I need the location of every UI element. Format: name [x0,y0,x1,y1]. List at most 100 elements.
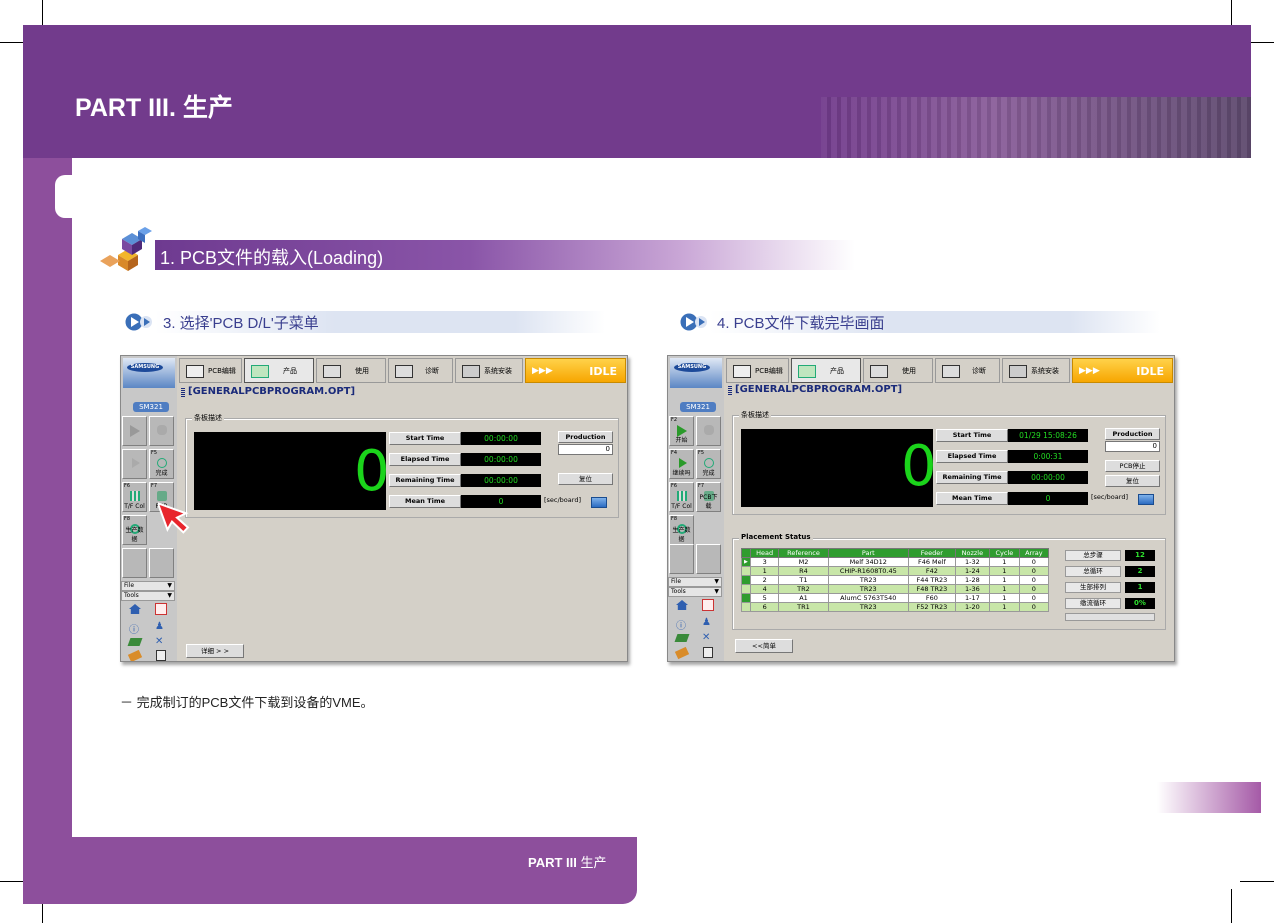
table-row[interactable]: ▶ 3 M2 Melf 34D12 F46 Melf 1-32 1 0 [741,557,1050,567]
trash-icon[interactable] [703,647,713,658]
f6-tf-col-button[interactable]: F6 T/F Col [122,482,147,512]
tools-menu-label: Tools [124,592,139,599]
empty-key-button[interactable] [669,544,694,574]
table-row[interactable]: 4 TR2 TR23 F48 TR23 1-36 1 0 [741,584,1050,594]
tab-pcb-edit[interactable]: PCB编辑 [726,358,789,383]
idle-arrows: ▶▶▶ [1079,366,1100,376]
system-install-icon [1009,365,1027,378]
tab-diagnose[interactable]: 诊断 [388,358,453,383]
placement-table: Head Reference Part Feeder Nozzle Cycle … [741,548,1050,612]
row-marker [741,566,751,576]
column-header: Nozzle [954,548,991,558]
group-title: 条板描述 [192,413,224,423]
table-cell: 1 [749,566,780,576]
tab-system-install[interactable]: 系统安装 [1002,358,1070,383]
tab-product[interactable]: 产品 [244,358,314,383]
home-icon[interactable] [129,604,141,614]
file-icon [181,388,185,398]
f2-start-button[interactable]: F2 开始 [669,416,694,446]
file-menu[interactable]: File ▼ [121,581,175,591]
tools-menu[interactable]: Tools ▼ [668,587,722,597]
table-row[interactable]: 5 A1 AlumC 5763T540 F60 1-17 1 0 [741,593,1050,603]
table-row[interactable]: 6 TR1 TR23 F52 TR23 1-20 1 0 [741,602,1050,612]
tab-label: 诊断 [425,367,439,375]
f5-key: F5 [698,450,705,456]
idle-label: IDLE [1136,365,1164,378]
user-icon[interactable]: ♟ [155,621,167,633]
f7-pcb-download-button[interactable]: F7 PCB下载 [696,482,721,512]
wrench-icon[interactable]: ✕ [702,632,714,644]
tool-icon[interactable] [674,634,690,642]
f6-tf-col-button[interactable]: F6 T/F Col [669,482,694,512]
table-cell: 1-28 [954,575,991,585]
reset-button[interactable]: 复位 [558,473,613,485]
wrench-icon[interactable]: ✕ [155,636,167,648]
f4-label: 继续吗 [672,470,691,477]
pencil-icon[interactable] [674,646,690,660]
pcb-stop-button[interactable]: PCB停止 [1105,460,1160,472]
table-row[interactable]: 1 R4 CHIP-R1608T0.45 F42 1-24 1 0 [741,566,1050,576]
tab-system-install[interactable]: 系统安装 [455,358,523,383]
tab-diagnose[interactable]: 诊断 [935,358,1000,383]
progress-bar [1065,613,1155,621]
cycle-rate-label: 缴流循环 [1065,598,1121,609]
f2-start-button[interactable] [122,416,147,446]
tab-use[interactable]: 使用 [863,358,933,383]
pencil-icon[interactable] [127,649,143,661]
f6-label: T/F Col [124,503,145,510]
hand-icon [157,425,167,435]
production-plan-input[interactable]: 0 [558,444,613,455]
tool-icon[interactable] [127,638,143,646]
total-steps-label: 总步骤 [1065,550,1121,561]
table-cell: TR2 [778,584,829,594]
tab-product[interactable]: 产品 [791,358,861,383]
empty-key-button[interactable] [696,544,721,574]
plus-grid-icon[interactable] [155,603,167,615]
f8-key: F8 [124,516,131,522]
empty-key-button[interactable] [122,548,147,578]
f4-continue-button[interactable]: F4 继续吗 [669,449,694,479]
use-icon [870,365,888,378]
f5-complete-button[interactable]: F5 完成 [696,449,721,479]
info-icon[interactable]: ⓘ [676,617,688,632]
tab-label: PCB编辑 [755,367,783,375]
complete-icon [157,458,167,468]
file-menu[interactable]: File ▼ [668,577,722,587]
samsung-logo: SAMSUNG [123,358,175,388]
f6-key: F6 [671,483,678,489]
production-plan-input[interactable]: 0 [1105,441,1160,452]
hand-button[interactable] [696,416,721,446]
tab-use[interactable]: 使用 [316,358,386,383]
tab-pcb-edit[interactable]: PCB编辑 [179,358,242,383]
grid-icon [130,491,140,501]
f4-continue-button[interactable] [122,449,147,479]
tools-menu[interactable]: Tools ▼ [121,591,175,601]
main-toolbar: PCB编辑 产品 使用 诊断 系统安装 ▶▶▶ IDLE [179,358,627,383]
table-cell: CHIP-R1608T0.45 [827,566,910,576]
f8-production-data-button[interactable]: F8 生产数据 [669,515,694,545]
refresh-icon[interactable] [1138,494,1154,505]
plus-grid-icon[interactable] [702,599,714,611]
refresh-icon[interactable] [591,497,607,508]
back-simple-button[interactable]: <<简单 [735,639,793,653]
group-title: 条板描述 [739,410,771,420]
table-cell: TR1 [778,602,829,612]
user-icon[interactable]: ♟ [702,617,714,629]
product-icon [251,365,269,378]
f7-key: F7 [698,483,705,489]
tab-label: 系统安装 [484,367,512,375]
hand-button[interactable] [149,416,174,446]
info-icon[interactable]: ⓘ [129,621,141,636]
f5-complete-button[interactable]: F5 完成 [149,449,174,479]
empty-key-button[interactable] [149,548,174,578]
board-description-group: 条板描述 0 Start Time 01/29 15:08:26 Elapsed… [732,410,1166,515]
table-row[interactable]: 2 T1 TR23 F44 TR23 1-28 1 0 [741,575,1050,585]
home-icon[interactable] [676,600,688,610]
hand-icon [704,425,714,435]
detail-button[interactable]: 详细 > > [186,644,244,658]
f5-label: 完成 [155,470,168,477]
f8-production-data-button[interactable]: F8 生产数据 [122,515,147,545]
trash-icon[interactable] [156,650,166,661]
table-cell: 2 [749,575,780,585]
reset-button[interactable]: 复位 [1105,475,1160,487]
